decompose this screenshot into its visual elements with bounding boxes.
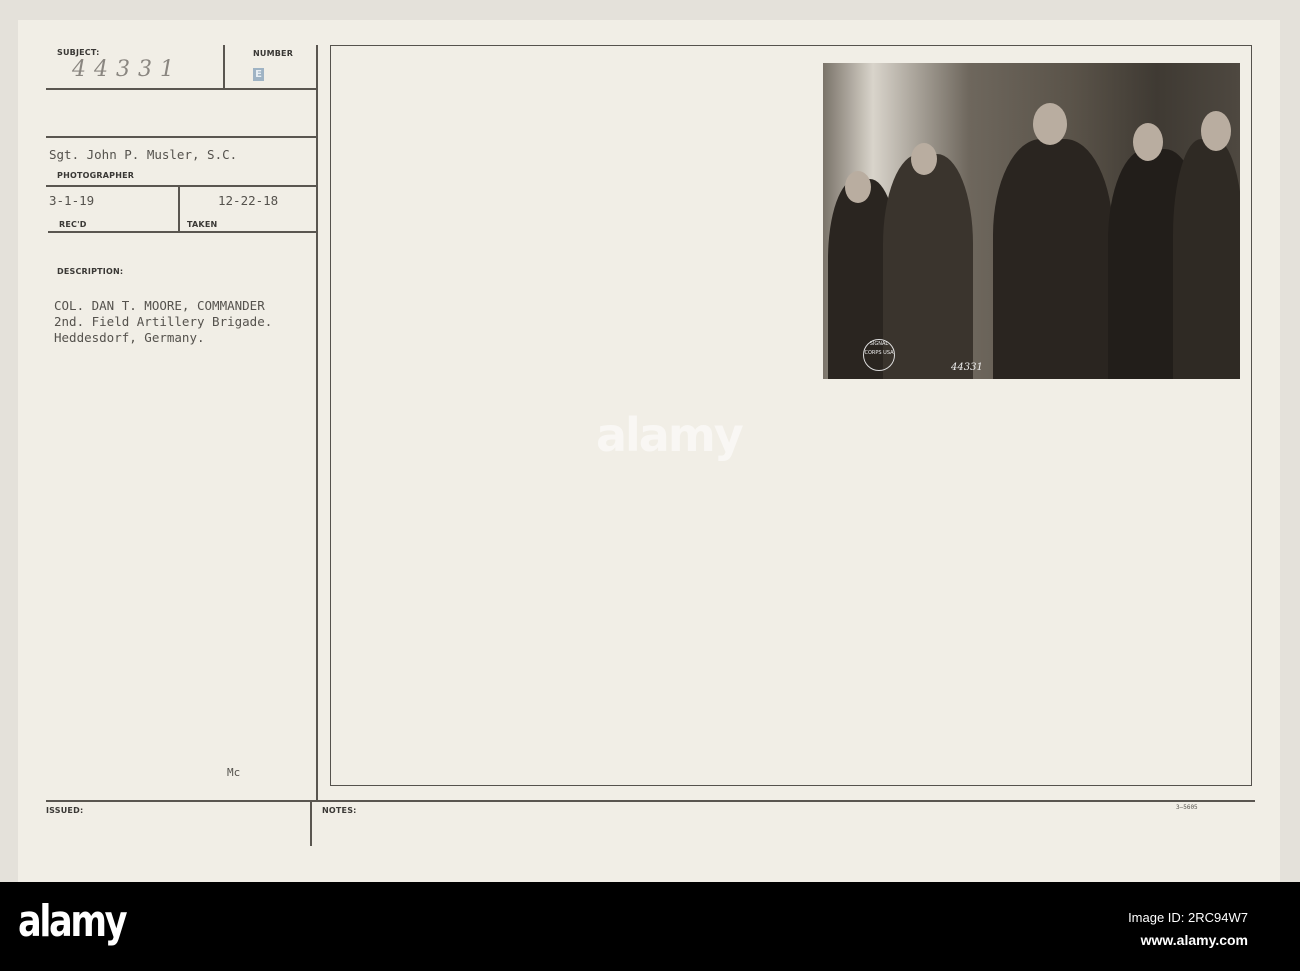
footer-bar: alamy Image ID: 2RC94W7 www.alamy.com bbox=[0, 882, 1300, 971]
description-label: DESCRIPTION: bbox=[57, 267, 124, 276]
subject-value: 44331 bbox=[72, 57, 182, 82]
taken-label: TAKEN bbox=[187, 220, 218, 229]
recd-value: 3-1-19 bbox=[49, 193, 95, 208]
divider bbox=[46, 136, 316, 138]
photographer-label: PHOTOGRAPHER bbox=[57, 171, 135, 180]
divider bbox=[316, 45, 318, 800]
photo-number: 44331 bbox=[951, 362, 983, 373]
initials: Mc bbox=[227, 766, 241, 779]
number-value: E bbox=[253, 68, 264, 81]
signal-corps-seal: SIGNAL CORPS USA bbox=[863, 339, 895, 371]
notes-label: NOTES: bbox=[322, 806, 357, 815]
photographer-value: Sgt. John P. Musler, S.C. bbox=[49, 147, 238, 162]
number-label: NUMBER bbox=[253, 49, 294, 58]
divider bbox=[46, 185, 316, 187]
issued-label: ISSUED: bbox=[46, 806, 84, 815]
taken-value: 12-22-18 bbox=[218, 193, 279, 208]
alamy-logo: alamy bbox=[18, 896, 128, 947]
form-number: 3—5605 bbox=[1176, 804, 1198, 811]
image-id: Image ID: 2RC94W7 bbox=[1128, 910, 1248, 925]
divider bbox=[46, 88, 316, 90]
description-line: COL. DAN T. MOORE, COMMANDER bbox=[54, 298, 265, 313]
description-line: Heddesdorf, Germany. bbox=[54, 330, 205, 345]
watermark: alamy bbox=[596, 408, 744, 462]
divider bbox=[310, 800, 312, 846]
subject-label: SUBJECT: bbox=[57, 48, 100, 57]
divider bbox=[46, 800, 1255, 802]
recd-label: REC'D bbox=[59, 220, 87, 229]
site-url[interactable]: www.alamy.com bbox=[1141, 932, 1248, 948]
description-line: 2nd. Field Artillery Brigade. bbox=[54, 314, 273, 329]
divider bbox=[48, 231, 316, 233]
photograph: SIGNAL CORPS USA 44331 bbox=[823, 63, 1240, 379]
divider bbox=[178, 185, 180, 231]
divider bbox=[223, 45, 225, 88]
